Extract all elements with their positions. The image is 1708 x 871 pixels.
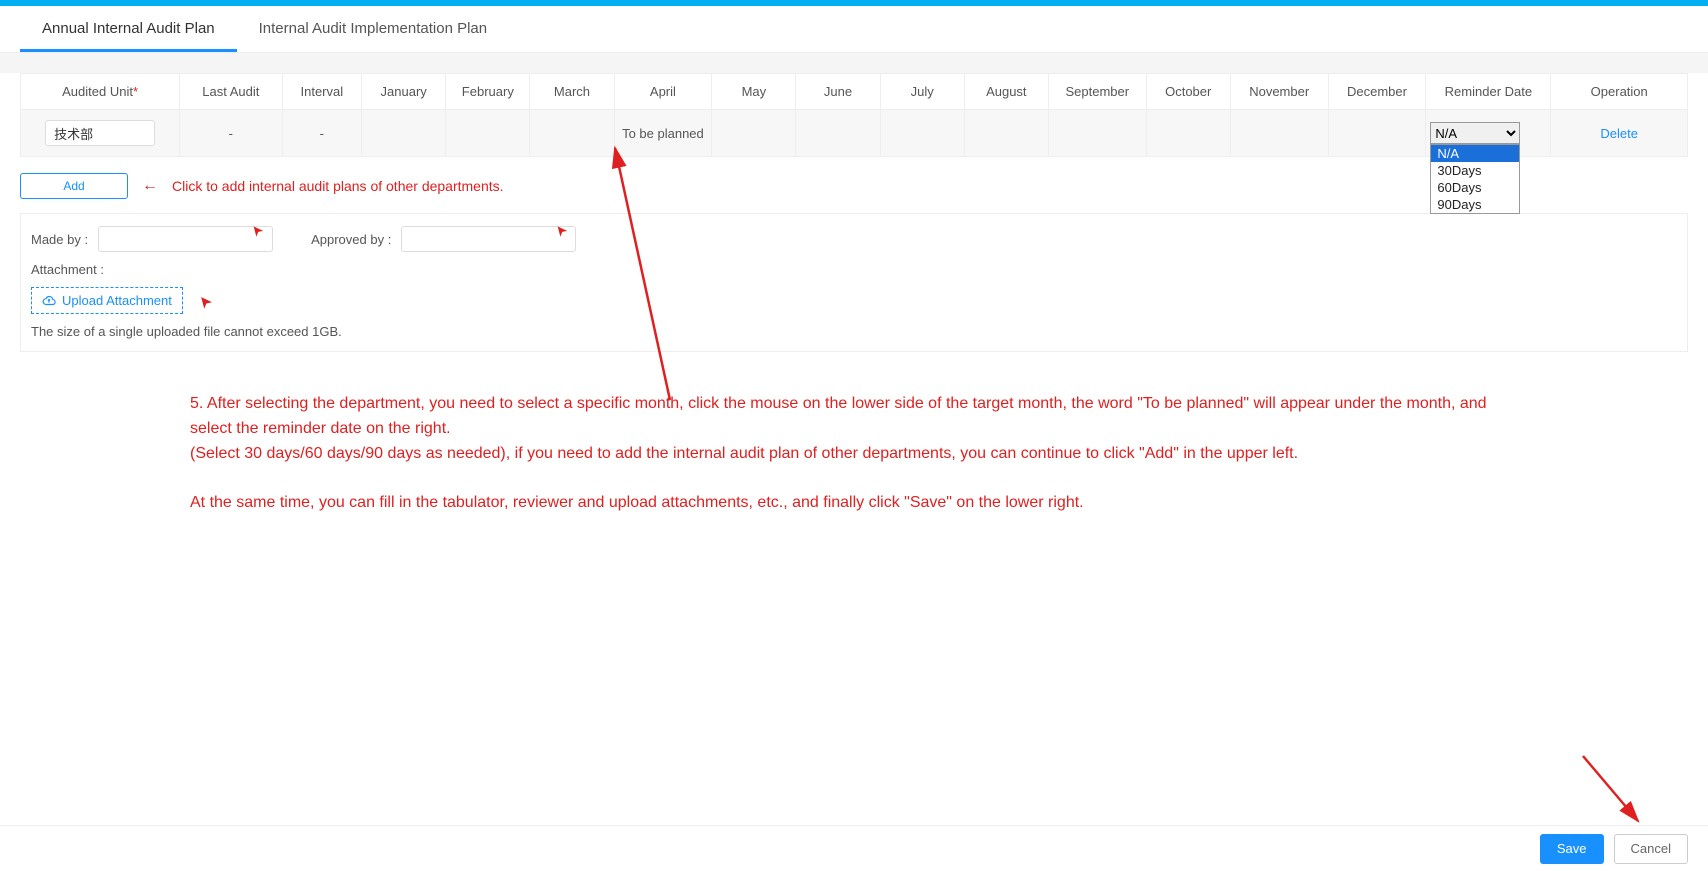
reminder-dropdown-list: N/A 30Days 60Days 90Days bbox=[1430, 144, 1520, 214]
upload-size-hint: The size of a single uploaded file canno… bbox=[31, 324, 1677, 339]
cell-december[interactable] bbox=[1328, 110, 1426, 157]
add-button[interactable]: Add bbox=[20, 173, 128, 199]
cell-march[interactable] bbox=[530, 110, 614, 157]
cell-last-audit: - bbox=[180, 110, 282, 157]
instruction-line-3: At the same time, you can fill in the ta… bbox=[190, 491, 1528, 516]
delete-link[interactable]: Delete bbox=[1600, 126, 1638, 141]
col-april: April bbox=[614, 74, 712, 110]
col-audited-unit-label: Audited Unit bbox=[62, 84, 133, 99]
made-by-label: Made by : bbox=[31, 232, 88, 247]
approved-by-label: Approved by : bbox=[311, 232, 391, 247]
cell-june[interactable] bbox=[796, 110, 880, 157]
col-october: October bbox=[1146, 74, 1230, 110]
upload-attachment-label: Upload Attachment bbox=[62, 293, 172, 308]
col-november: November bbox=[1230, 74, 1328, 110]
reminder-option-90[interactable]: 90Days bbox=[1431, 196, 1519, 213]
col-last-audit: Last Audit bbox=[180, 74, 282, 110]
instruction-text: 5. After selecting the department, you n… bbox=[190, 392, 1528, 516]
tab-implementation-plan[interactable]: Internal Audit Implementation Plan bbox=[237, 6, 509, 52]
col-july: July bbox=[880, 74, 964, 110]
instruction-line-2: (Select 30 days/60 days/90 days as neede… bbox=[190, 442, 1528, 467]
cell-april[interactable]: To be planned bbox=[614, 110, 712, 157]
annotation-arrow-upload: ➤ bbox=[195, 290, 216, 311]
col-may: May bbox=[712, 74, 796, 110]
col-february: February bbox=[446, 74, 530, 110]
upload-attachment-button[interactable]: Upload Attachment bbox=[31, 287, 183, 314]
cell-may[interactable] bbox=[712, 110, 796, 157]
cell-operation: Delete bbox=[1551, 110, 1688, 157]
audited-unit-input[interactable] bbox=[45, 120, 155, 146]
cell-audited-unit bbox=[21, 110, 180, 157]
annotation-add-hint: Click to add internal audit plans of oth… bbox=[172, 178, 504, 194]
cell-february[interactable] bbox=[446, 110, 530, 157]
cell-october[interactable] bbox=[1146, 110, 1230, 157]
attachment-label: Attachment : bbox=[31, 262, 104, 277]
table-header-row: Audited Unit* Last Audit Interval Januar… bbox=[21, 74, 1688, 110]
save-button[interactable]: Save bbox=[1540, 834, 1604, 864]
reminder-option-na[interactable]: N/A bbox=[1431, 145, 1519, 162]
annotation-arrow-add: ← bbox=[142, 178, 158, 194]
table-row: - - To be planned N/A bbox=[21, 110, 1688, 157]
cloud-upload-icon bbox=[42, 294, 56, 308]
footer-action-bar: Save Cancel bbox=[0, 825, 1708, 871]
cell-september[interactable] bbox=[1048, 110, 1146, 157]
tab-annual-plan[interactable]: Annual Internal Audit Plan bbox=[20, 6, 237, 52]
cell-january[interactable] bbox=[362, 110, 446, 157]
cell-august[interactable] bbox=[964, 110, 1048, 157]
col-reminder-date: Reminder Date bbox=[1426, 74, 1551, 110]
cell-interval: - bbox=[282, 110, 362, 157]
col-august: August bbox=[964, 74, 1048, 110]
audit-plan-table: Audited Unit* Last Audit Interval Januar… bbox=[20, 73, 1688, 157]
cell-reminder: N/A N/A 30Days 60Days 90Days bbox=[1426, 110, 1551, 157]
col-interval: Interval bbox=[282, 74, 362, 110]
spacer bbox=[0, 53, 1708, 73]
col-march: March bbox=[530, 74, 614, 110]
form-area: Made by : ➤ Approved by : ➤ Attachment : bbox=[20, 213, 1688, 352]
col-operation: Operation bbox=[1551, 74, 1688, 110]
cell-july[interactable] bbox=[880, 110, 964, 157]
col-september: September bbox=[1048, 74, 1146, 110]
reminder-option-30[interactable]: 30Days bbox=[1431, 162, 1519, 179]
col-june: June bbox=[796, 74, 880, 110]
reminder-option-60[interactable]: 60Days bbox=[1431, 179, 1519, 196]
cell-november[interactable] bbox=[1230, 110, 1328, 157]
reminder-date-select[interactable]: N/A bbox=[1430, 122, 1520, 144]
instruction-line-1: 5. After selecting the department, you n… bbox=[190, 392, 1528, 442]
col-audited-unit: Audited Unit* bbox=[21, 74, 180, 110]
required-star: * bbox=[133, 84, 138, 99]
tab-bar: Annual Internal Audit Plan Internal Audi… bbox=[0, 6, 1708, 53]
col-december: December bbox=[1328, 74, 1426, 110]
col-january: January bbox=[362, 74, 446, 110]
cancel-button[interactable]: Cancel bbox=[1614, 834, 1688, 864]
